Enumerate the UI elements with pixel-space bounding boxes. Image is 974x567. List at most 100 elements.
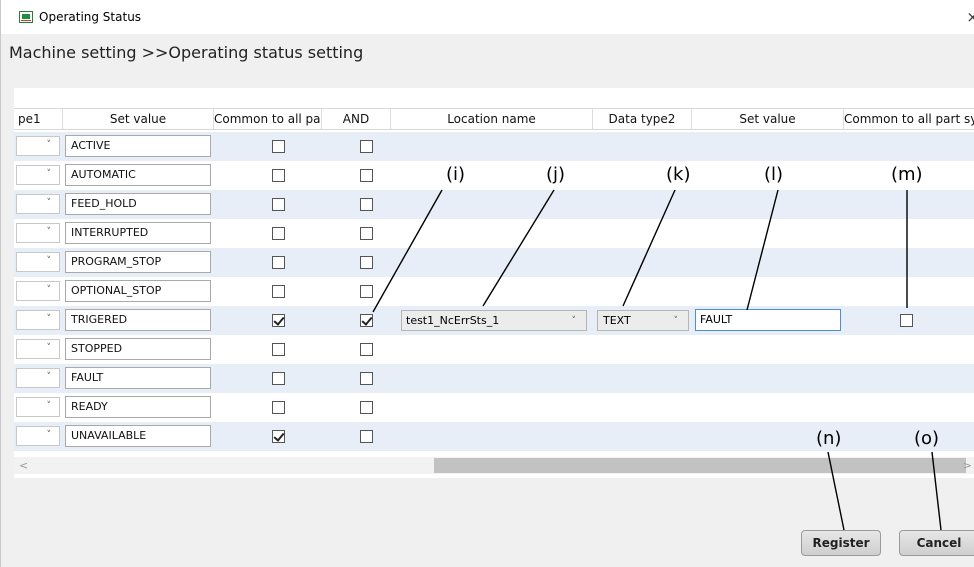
and-checkbox[interactable] bbox=[360, 372, 373, 385]
common2-checkbox[interactable] bbox=[900, 314, 913, 327]
common-checkbox[interactable] bbox=[272, 314, 285, 327]
set-value-input[interactable]: UNAVAILABLE bbox=[65, 425, 211, 447]
common-checkbox[interactable] bbox=[272, 198, 285, 211]
chevron-down-icon: ˅ bbox=[46, 314, 52, 324]
data-type1-dropdown[interactable]: ˅ bbox=[16, 252, 60, 272]
data-type1-dropdown[interactable]: ˅ bbox=[16, 136, 60, 156]
location-name-dropdown[interactable]: test1_NcErrSts_1 ˅ bbox=[401, 310, 587, 331]
and-checkbox[interactable] bbox=[360, 169, 373, 182]
table-row: ˅ ACTIVE bbox=[14, 132, 974, 161]
and-checkbox[interactable] bbox=[360, 140, 373, 153]
header-common[interactable]: Common to all part sy bbox=[214, 109, 322, 130]
chevron-down-icon: ˅ bbox=[46, 198, 52, 208]
common-checkbox[interactable] bbox=[272, 430, 285, 443]
and-checkbox[interactable] bbox=[360, 343, 373, 356]
title-bar: Operating Status × bbox=[1, 0, 974, 34]
table-row: ˅ TRIGERED test1_NcErrSts_1 ˅ TEXT ˅ FAULT bbox=[14, 306, 974, 335]
table-row: ˅ OPTIONAL_STOP bbox=[14, 277, 974, 306]
set-value-input[interactable]: ACTIVE bbox=[65, 135, 211, 157]
window-title: Operating Status bbox=[39, 10, 142, 24]
data-type2-value: TEXT bbox=[603, 314, 631, 327]
set-value2-input[interactable]: FAULT bbox=[695, 309, 841, 331]
common-checkbox[interactable] bbox=[272, 343, 285, 356]
set-value-input[interactable]: STOPPED bbox=[65, 338, 211, 360]
set-value-input[interactable]: READY bbox=[65, 396, 211, 418]
data-type1-dropdown[interactable]: ˅ bbox=[16, 194, 60, 214]
callout-n: (n) bbox=[816, 428, 842, 449]
scroll-left-icon[interactable]: < bbox=[19, 457, 28, 474]
chevron-down-icon: ˅ bbox=[46, 227, 52, 237]
chevron-down-icon: ˅ bbox=[46, 343, 52, 353]
grid-header: pe1 Set value Common to all part sy AND … bbox=[14, 108, 974, 130]
horizontal-scrollbar[interactable]: < > bbox=[14, 457, 974, 474]
status-grid: pe1 Set value Common to all part sy AND … bbox=[14, 88, 974, 478]
and-checkbox[interactable] bbox=[360, 227, 373, 240]
table-row: ˅ AUTOMATIC bbox=[14, 161, 974, 190]
and-checkbox[interactable] bbox=[360, 314, 373, 327]
callout-k: (k) bbox=[666, 164, 691, 185]
scroll-right-icon[interactable]: > bbox=[963, 457, 972, 474]
close-icon[interactable]: × bbox=[966, 8, 974, 26]
table-row: ˅ INTERRUPTED bbox=[14, 219, 974, 248]
and-checkbox[interactable] bbox=[360, 256, 373, 269]
scrollbar-thumb[interactable] bbox=[434, 458, 966, 473]
location-name-value: test1_NcErrSts_1 bbox=[406, 314, 500, 327]
chevron-down-icon: ˅ bbox=[571, 316, 577, 326]
app-icon bbox=[19, 11, 33, 23]
common-checkbox[interactable] bbox=[272, 256, 285, 269]
header-location-name[interactable]: Location name bbox=[391, 109, 593, 130]
header-data-type2[interactable]: Data type2 bbox=[593, 109, 692, 130]
callout-l: (l) bbox=[764, 164, 784, 185]
and-checkbox[interactable] bbox=[360, 198, 373, 211]
set-value-input[interactable]: TRIGERED bbox=[65, 309, 211, 331]
chevron-down-icon: ˅ bbox=[46, 372, 52, 382]
set-value-input[interactable]: FEED_HOLD bbox=[65, 193, 211, 215]
data-type1-dropdown[interactable]: ˅ bbox=[16, 426, 60, 446]
chevron-down-icon: ˅ bbox=[46, 140, 52, 150]
table-row: ˅ READY bbox=[14, 393, 974, 422]
data-type1-dropdown[interactable]: ˅ bbox=[16, 165, 60, 185]
data-type1-dropdown[interactable]: ˅ bbox=[16, 281, 60, 301]
set-value-input[interactable]: AUTOMATIC bbox=[65, 164, 211, 186]
table-row: ˅ FEED_HOLD bbox=[14, 190, 974, 219]
data-type1-dropdown[interactable]: ˅ bbox=[16, 397, 60, 417]
chevron-down-icon: ˅ bbox=[46, 256, 52, 266]
and-checkbox[interactable] bbox=[360, 285, 373, 298]
chevron-down-icon: ˅ bbox=[673, 316, 679, 326]
data-type2-dropdown[interactable]: TEXT ˅ bbox=[597, 310, 689, 331]
register-button[interactable]: Register bbox=[801, 530, 881, 556]
operating-status-window: Operating Status × Machine setting >>Ope… bbox=[0, 0, 974, 567]
breadcrumb: Machine setting >>Operating status setti… bbox=[9, 43, 364, 62]
data-type1-dropdown[interactable]: ˅ bbox=[16, 223, 60, 243]
header-set-value[interactable]: Set value bbox=[63, 109, 214, 130]
header-set-value2[interactable]: Set value bbox=[692, 109, 844, 130]
data-type1-dropdown[interactable]: ˅ bbox=[16, 368, 60, 388]
table-row: ˅ STOPPED bbox=[14, 335, 974, 364]
header-and[interactable]: AND bbox=[322, 109, 391, 130]
cancel-button[interactable]: Cancel bbox=[899, 530, 974, 556]
data-type1-dropdown[interactable]: ˅ bbox=[16, 339, 60, 359]
set-value-input[interactable]: FAULT bbox=[65, 367, 211, 389]
chevron-down-icon: ˅ bbox=[46, 401, 52, 411]
common-checkbox[interactable] bbox=[272, 169, 285, 182]
table-row: ˅ FAULT bbox=[14, 364, 974, 393]
common-checkbox[interactable] bbox=[272, 372, 285, 385]
header-common2[interactable]: Common to all part sy bbox=[844, 109, 974, 130]
and-checkbox[interactable] bbox=[360, 401, 373, 414]
set-value-input[interactable]: PROGRAM_STOP bbox=[65, 251, 211, 273]
data-type1-dropdown[interactable]: ˅ bbox=[16, 310, 60, 330]
set-value-input[interactable]: OPTIONAL_STOP bbox=[65, 280, 211, 302]
set-value-input[interactable]: INTERRUPTED bbox=[65, 222, 211, 244]
common-checkbox[interactable] bbox=[272, 285, 285, 298]
callout-m: (m) bbox=[891, 164, 923, 185]
common-checkbox[interactable] bbox=[272, 227, 285, 240]
chevron-down-icon: ˅ bbox=[46, 430, 52, 440]
callout-j: (j) bbox=[546, 164, 566, 185]
common-checkbox[interactable] bbox=[272, 140, 285, 153]
common-checkbox[interactable] bbox=[272, 401, 285, 414]
chevron-down-icon: ˅ bbox=[46, 169, 52, 179]
callout-o: (o) bbox=[914, 428, 940, 449]
header-data-type1[interactable]: pe1 bbox=[14, 109, 63, 130]
and-checkbox[interactable] bbox=[360, 430, 373, 443]
chevron-down-icon: ˅ bbox=[46, 285, 52, 295]
